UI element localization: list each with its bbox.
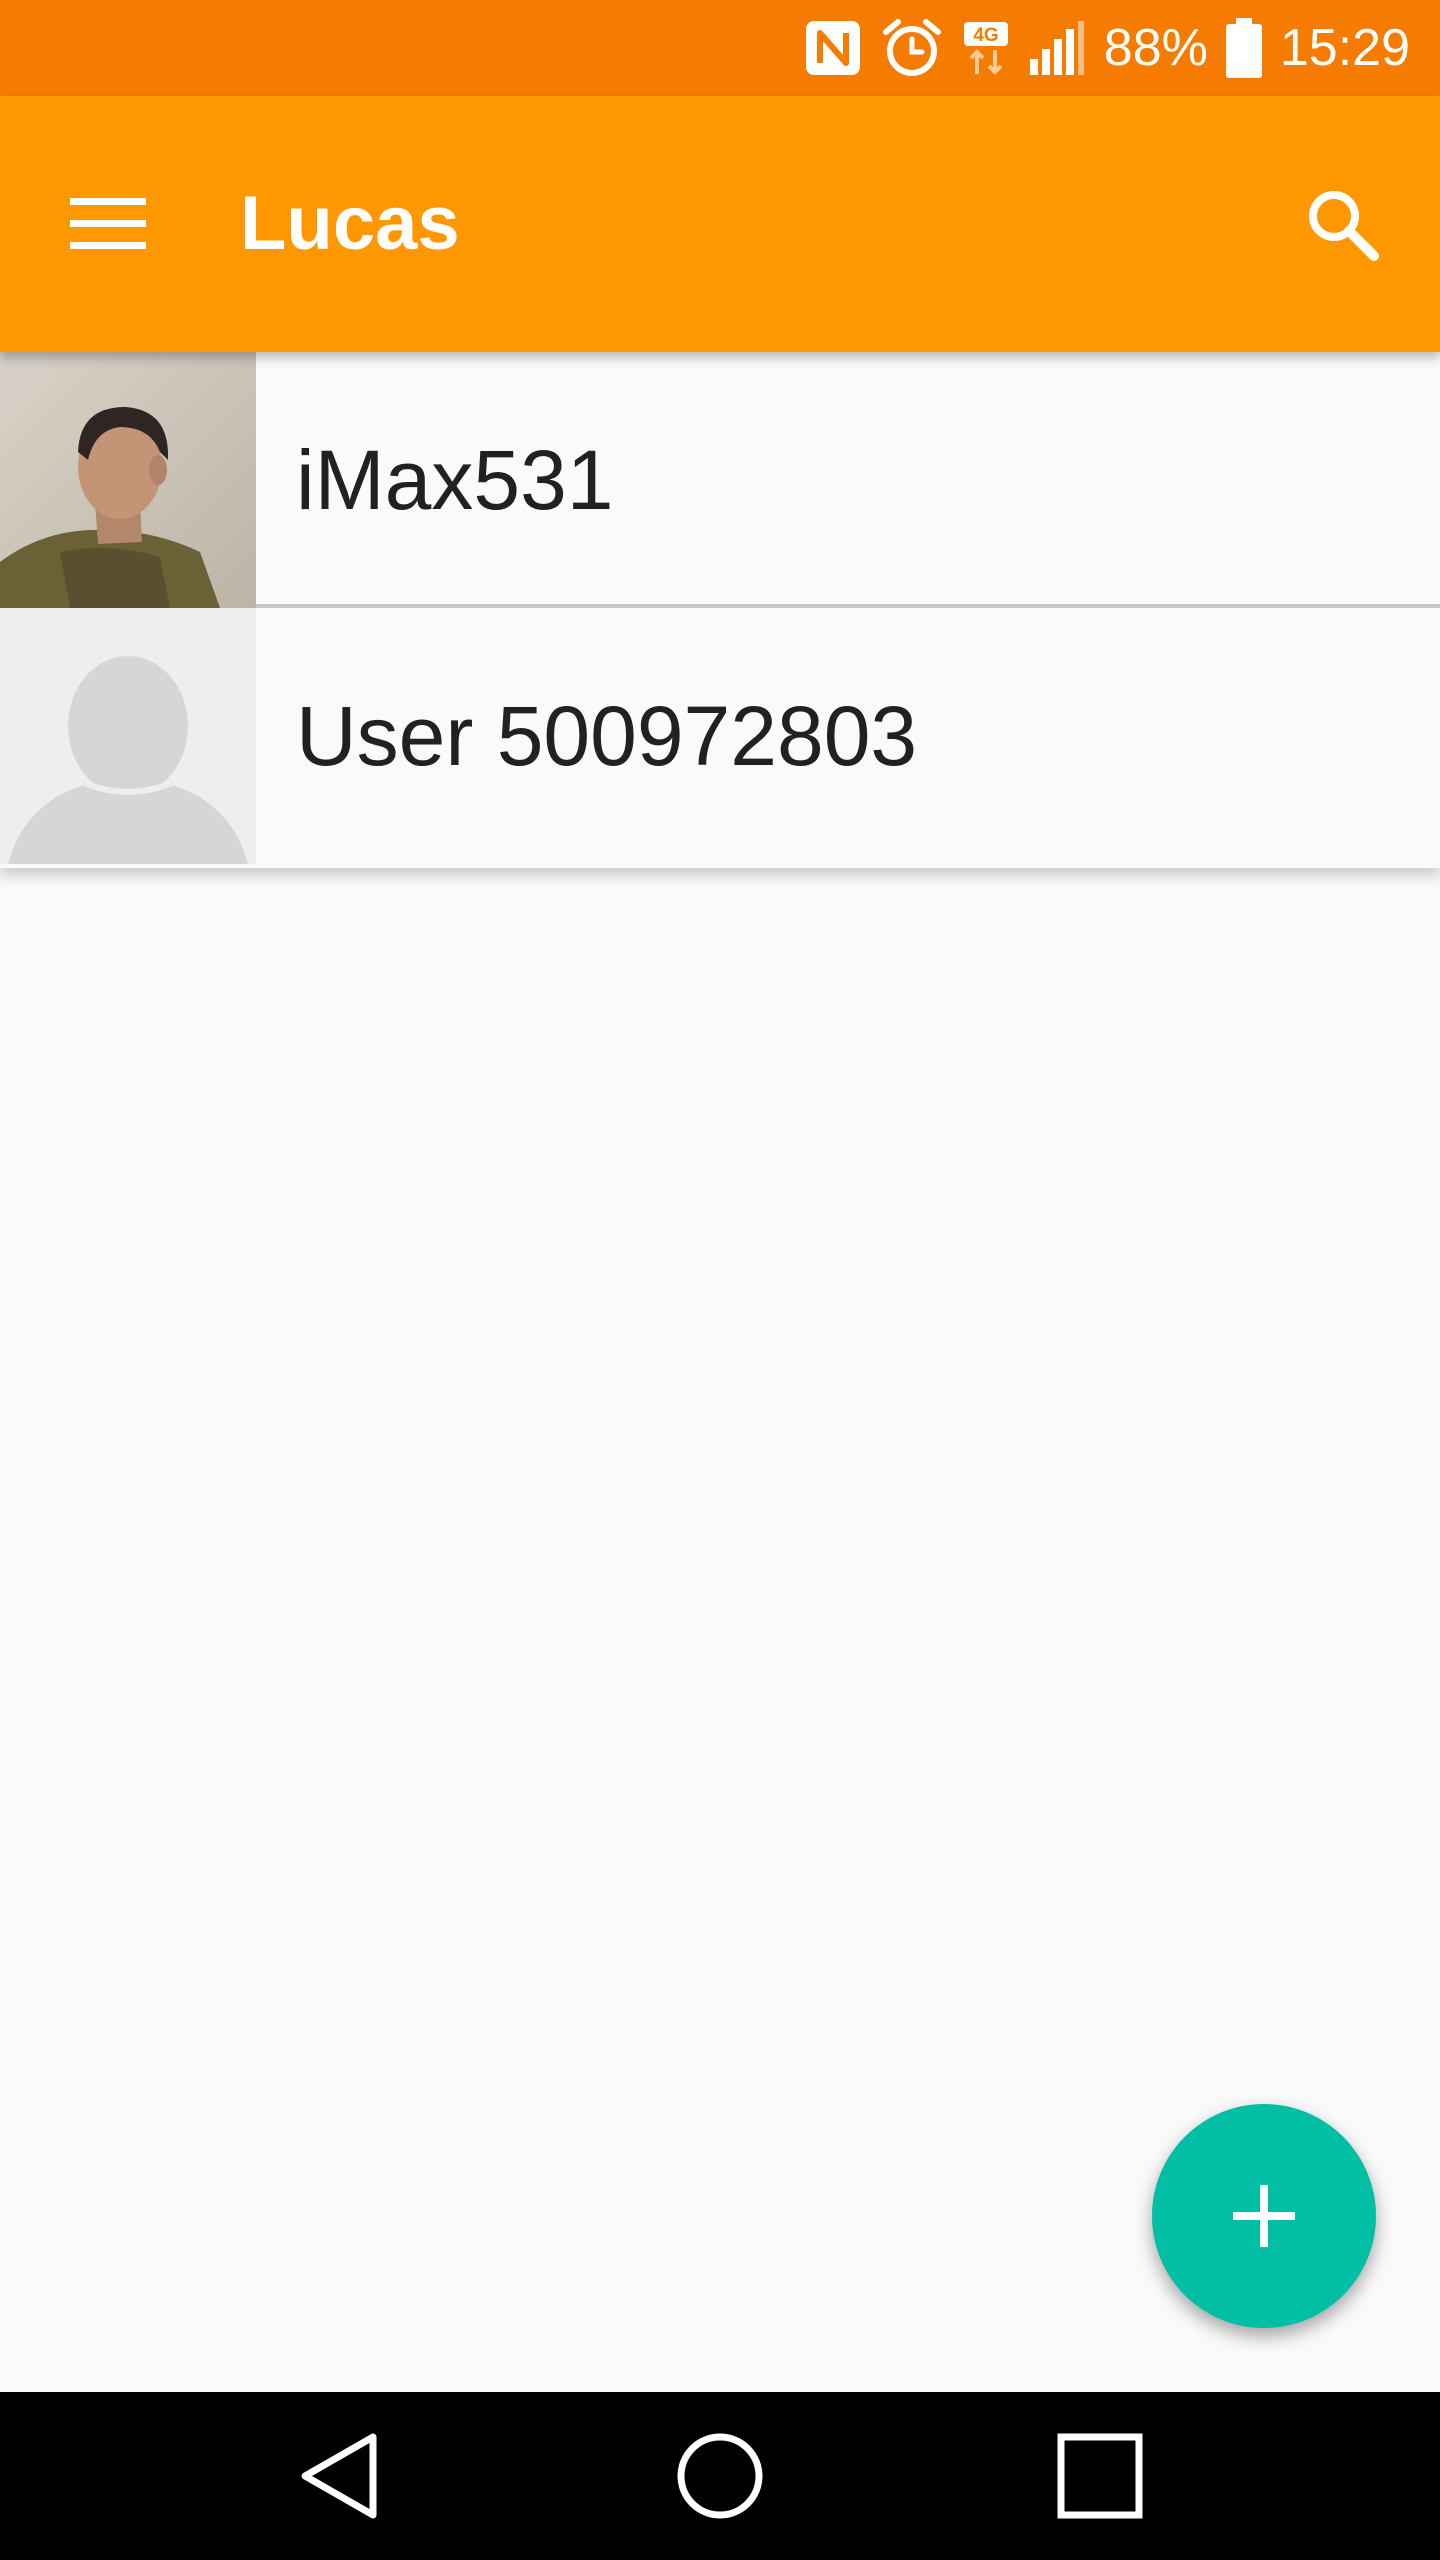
contact-name: iMax531 <box>296 433 614 527</box>
contact-row[interactable]: User 500972803 <box>0 608 1440 868</box>
page-title: Lucas <box>240 181 460 266</box>
network-4g-label: 4G <box>973 25 998 46</box>
search-button[interactable] <box>1292 174 1392 274</box>
add-icon <box>1233 2185 1295 2247</box>
contact-name: User 500972803 <box>296 689 918 783</box>
nfc-icon <box>804 19 862 77</box>
contact-row[interactable]: iMax531 <box>0 352 1440 608</box>
network-4g-icon: 4G <box>962 20 1010 76</box>
menu-icon <box>70 198 146 249</box>
default-person-icon <box>0 608 256 864</box>
screen: 4G 88% 15:29 Lucas iMax531 User 50097280… <box>0 0 1440 2560</box>
navigation-bar <box>0 2392 1440 2560</box>
back-button[interactable] <box>270 2416 410 2536</box>
status-icons: 4G 88% 15:29 <box>804 0 1410 96</box>
recents-icon <box>1057 2433 1143 2519</box>
home-icon <box>677 2433 763 2519</box>
signal-icon <box>1028 19 1086 77</box>
back-icon <box>301 2433 377 2519</box>
battery-percent: 88% <box>1103 19 1208 77</box>
recents-button[interactable] <box>1030 2416 1170 2536</box>
menu-button[interactable] <box>48 174 168 274</box>
status-bar: 4G 88% 15:29 <box>0 0 1440 96</box>
add-contact-button[interactable] <box>1152 2104 1376 2328</box>
alarm-icon <box>880 16 944 80</box>
avatar-photo <box>0 352 256 608</box>
contact-list: iMax531 User 500972803 <box>0 352 1440 868</box>
status-time: 15:29 <box>1279 19 1410 77</box>
battery-icon <box>1225 18 1262 78</box>
search-icon <box>1309 191 1379 261</box>
app-bar: Lucas <box>0 96 1440 352</box>
home-button[interactable] <box>650 2416 790 2536</box>
